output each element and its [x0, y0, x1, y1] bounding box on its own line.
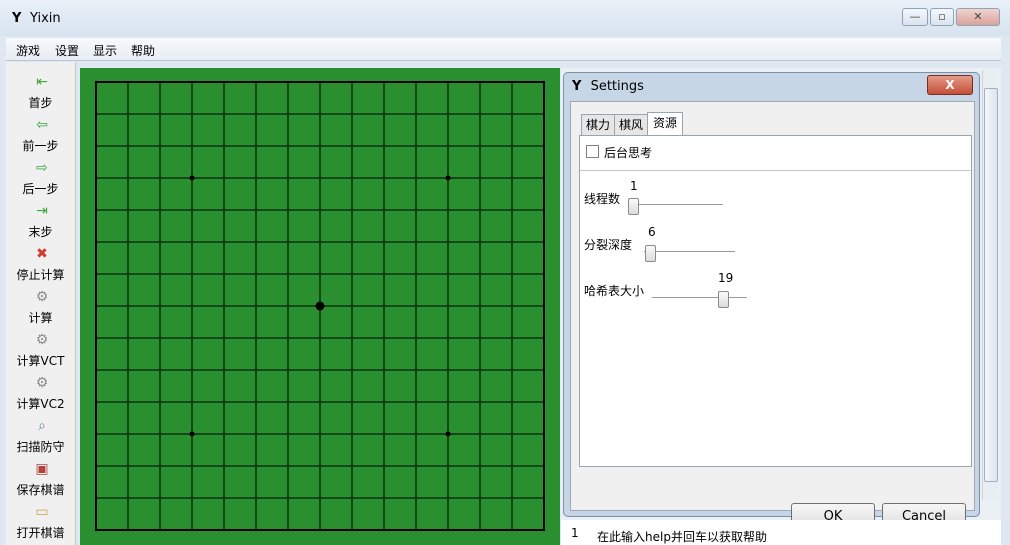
save-icon: ▣: [35, 461, 49, 477]
dialog-body: 棋力 棋风 资源 后台思考 1 线程数 6 分裂深度 19 哈希表大小 OK C…: [570, 101, 975, 530]
scrollbar-thumb[interactable]: [984, 88, 998, 482]
toolbar-button-label: 打开棋谱: [16, 526, 65, 540]
title-bar[interactable]: Y Yixin — ▫ ✕: [0, 0, 1010, 36]
toolbar-button-label: 停止计算: [16, 268, 65, 282]
star-point: [445, 175, 451, 181]
menu-game[interactable]: 游戏: [16, 42, 40, 59]
toolbar-button-label: 后一步: [22, 182, 59, 196]
menu-help[interactable]: 帮助: [131, 42, 155, 59]
hash-size-slider-track[interactable]: [652, 297, 747, 299]
stop-icon: ✖: [36, 246, 48, 262]
resources-panel: 后台思考 1 线程数 6 分裂深度 19 哈希表大小: [579, 135, 972, 467]
toolbar-button-label: 扫描防守: [16, 440, 65, 454]
threads-slider-handle[interactable]: [628, 198, 639, 215]
star-point: [189, 431, 195, 437]
toolbar-button[interactable]: ⌕ 扫描防守: [6, 414, 75, 456]
background-thinking-label: 后台思考: [604, 146, 653, 160]
open-folder-icon: ▭: [35, 504, 49, 520]
threads-slider-track[interactable]: [628, 204, 723, 206]
toolbar-button[interactable]: ⇦ 前一步: [6, 113, 75, 155]
toolbar-button-label: 前一步: [22, 139, 59, 153]
tab-resources[interactable]: 资源: [647, 112, 683, 137]
dialog-icon: Y: [572, 79, 582, 94]
dialog-title: Y Settings: [572, 79, 644, 94]
toolbar-button[interactable]: ⇨ 后一步: [6, 156, 75, 198]
board-area: [80, 68, 560, 545]
first-step-icon: ⇤: [36, 74, 48, 90]
console-line[interactable]: 1 在此输入help并回车以获取帮助: [561, 520, 1001, 545]
menu-settings[interactable]: 设置: [55, 42, 79, 59]
settings-dialog: Y Settings X 棋力 棋风 资源 后台思考 1 线程数 6 分裂深度: [563, 72, 980, 530]
star-point: [315, 301, 325, 311]
console-input-hint[interactable]: 在此输入help并回车以获取帮助: [597, 528, 767, 545]
toolbar-button[interactable]: ⇤ 首步: [6, 70, 75, 112]
toolbar-button[interactable]: ⚙ 计算VC2: [6, 371, 75, 413]
split-depth-slider-handle[interactable]: [645, 245, 656, 262]
hash-size-label: 哈希表大小: [584, 284, 645, 298]
split-depth-slider-track[interactable]: [644, 251, 735, 253]
threads-label: 线程数: [584, 192, 621, 206]
tab-style[interactable]: 棋风: [614, 114, 648, 136]
last-step-icon: ⇥: [36, 203, 48, 219]
gomoku-board[interactable]: [80, 68, 560, 545]
dialog-close-button[interactable]: X: [927, 75, 973, 95]
toolbar-button[interactable]: ▭ 打开棋谱: [6, 500, 75, 542]
threads-value: 1: [630, 179, 638, 193]
star-point: [189, 175, 195, 181]
toolbar-button-label: 首步: [28, 96, 53, 110]
toolbar-button-label: 末步: [28, 225, 53, 239]
split-depth-value: 6: [648, 225, 656, 239]
vertical-scrollbar[interactable]: [982, 70, 998, 500]
gear-icon: ⚙: [35, 375, 49, 391]
app-icon: Y: [12, 11, 22, 26]
minimize-button[interactable]: —: [902, 8, 928, 26]
toolbar-button[interactable]: ✖ 停止计算: [6, 242, 75, 284]
toolbar-button-label: 保存棋谱: [16, 483, 65, 497]
toolbar-button-label: 计算VCT: [16, 354, 65, 368]
toolbar-button-label: 计算VC2: [16, 397, 65, 411]
toolbar-button[interactable]: ⇥ 末步: [6, 199, 75, 241]
divider: [580, 170, 971, 171]
tab-strength[interactable]: 棋力: [581, 114, 615, 136]
background-thinking-checkbox[interactable]: [586, 145, 599, 158]
menu-bar: 游戏 设置 显示 帮助: [6, 38, 1001, 61]
window-title: Yixin: [30, 11, 61, 26]
close-button[interactable]: ✕: [956, 8, 1000, 26]
menu-view[interactable]: 显示: [93, 42, 117, 59]
app-window: Y Yixin — ▫ ✕ 游戏 设置 显示 帮助 ⇤ 首步 ⇦ 前一步 ⇨ 后一步 ⇥ 末步…: [0, 0, 1010, 545]
next-step-icon: ⇨: [36, 160, 48, 176]
hash-size-value: 19: [718, 271, 734, 285]
split-depth-label: 分裂深度: [584, 238, 633, 252]
gear-icon: ⚙: [35, 332, 49, 348]
toolbar: ⇤ 首步 ⇦ 前一步 ⇨ 后一步 ⇥ 末步 ✖ 停止计算 ⚙ 计算 ⚙ 计算VCT ⚙ 计算VC2 ⌕ 扫描防守 ▣…: [6, 62, 76, 545]
toolbar-button[interactable]: ⚙ 计算VCT: [6, 328, 75, 370]
toolbar-button[interactable]: ▣ 保存棋谱: [6, 457, 75, 499]
toolbar-button-label: 计算: [28, 311, 53, 325]
console-line-number: 1: [571, 526, 579, 540]
star-point: [445, 431, 451, 437]
magnifier-icon: ⌕: [38, 418, 46, 434]
dialog-title-text: Settings: [590, 79, 644, 94]
toolbar-button[interactable]: ⚙ 计算: [6, 285, 75, 327]
gear-icon: ⚙: [35, 289, 49, 305]
previous-step-icon: ⇦: [36, 117, 48, 133]
hash-size-slider-handle[interactable]: [718, 291, 729, 308]
maximize-button[interactable]: ▫: [930, 8, 954, 26]
